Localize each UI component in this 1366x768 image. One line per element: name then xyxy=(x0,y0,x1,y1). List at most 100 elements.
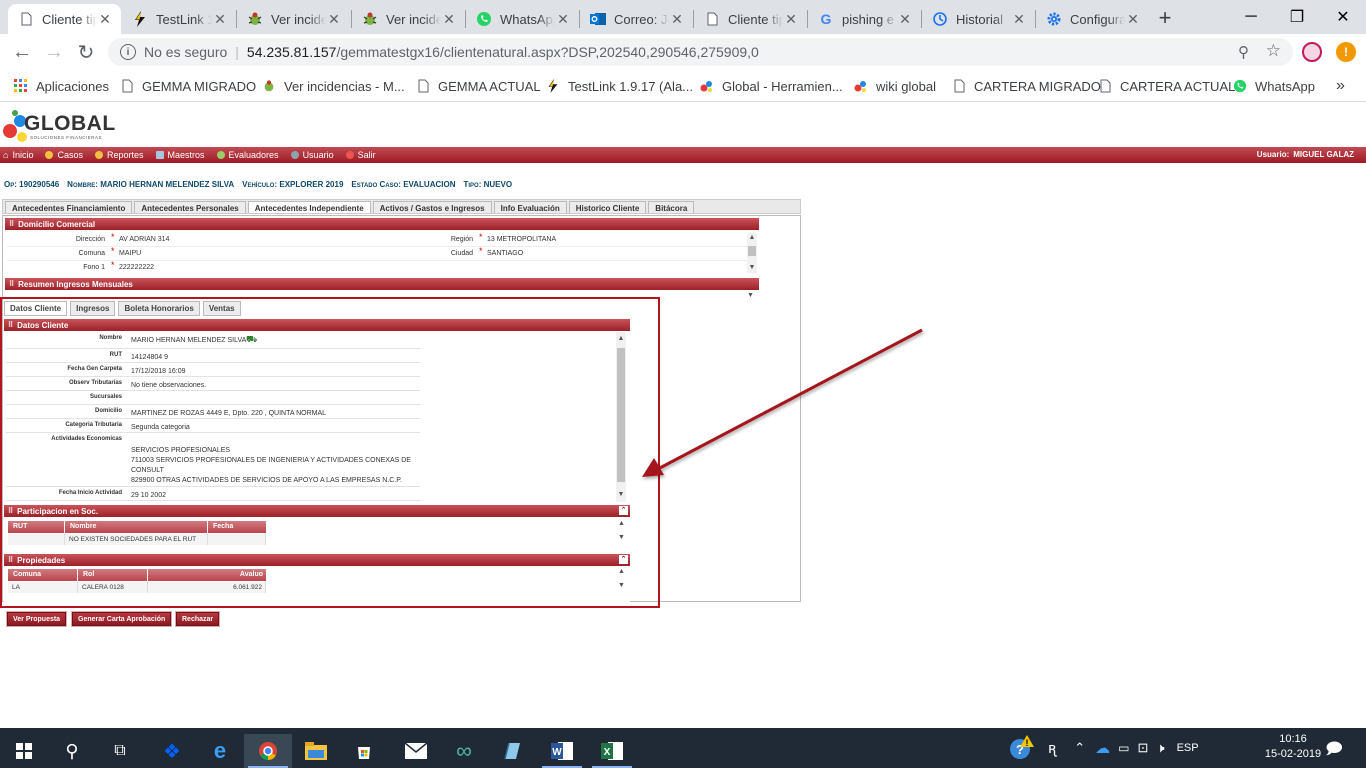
new-tab-icon[interactable]: + xyxy=(1153,5,1177,30)
folder-icon xyxy=(45,151,54,159)
search-icon[interactable]: ⚲ xyxy=(48,734,96,768)
menu-maestros[interactable]: Maestros xyxy=(155,150,205,160)
bookmark-item[interactable]: Global - Herramien... xyxy=(700,76,843,96)
vehicle-label: Vehículo: xyxy=(242,180,278,189)
tab-historico-cliente[interactable]: Historico Cliente xyxy=(568,201,647,213)
check-icon xyxy=(216,151,225,159)
bookmark-label: wiki global xyxy=(876,78,936,94)
scroll-down-icon[interactable]: ▼ xyxy=(747,263,757,273)
browser-tab[interactable]: Configuración ✕ xyxy=(1036,4,1149,34)
close-icon[interactable]: ✕ xyxy=(1125,11,1141,28)
bookmark-item[interactable]: Aplicaciones xyxy=(14,76,109,96)
menu-inicio[interactable]: ⌂ Inicio xyxy=(3,150,33,160)
rechazar-button[interactable]: Rechazar xyxy=(176,612,220,626)
file-explorer-icon[interactable] xyxy=(292,734,340,768)
close-icon[interactable]: ✕ xyxy=(326,11,342,28)
close-icon[interactable]: ✕ xyxy=(897,11,913,28)
close-icon[interactable]: ✕ xyxy=(1011,11,1027,28)
arduino-icon[interactable]: ∞ xyxy=(440,734,488,768)
tab-bitacora[interactable]: Bitácora xyxy=(648,201,695,213)
menu-salir[interactable]: Salir xyxy=(345,150,376,160)
browser-tab[interactable]: Historial ✕ xyxy=(922,4,1035,34)
windows-start-icon[interactable] xyxy=(0,734,48,768)
bookmark-item[interactable]: TestLink 1.9.17 (Ala... xyxy=(546,76,693,96)
generar-carta-button[interactable]: Generar Carta Aprobación xyxy=(72,612,172,626)
reload-icon[interactable]: ↻ xyxy=(74,40,98,64)
bookmark-item[interactable]: CARTERA MIGRADO xyxy=(952,76,1101,96)
domicilio-scrollbar[interactable]: ▲ ▼ xyxy=(747,233,757,273)
back-icon[interactable]: ← xyxy=(10,40,34,64)
bookmark-item[interactable]: CARTERA ACTUAL xyxy=(1098,76,1235,96)
close-icon[interactable]: ✕ xyxy=(669,11,685,28)
dropbox-icon[interactable]: ❖ xyxy=(148,734,196,768)
task-view-icon[interactable]: ⧉ xyxy=(96,734,144,768)
close-icon[interactable]: ✕ xyxy=(97,11,113,28)
browser-tab[interactable]: TestLink 1 ✕ xyxy=(122,4,236,34)
menu-usuario[interactable]: Usuario xyxy=(290,150,334,160)
system-tray: ?! ꭆ ⌃ ☁ ▭ ⊡ 🕨 ESP xyxy=(1008,728,1199,768)
scroll-down-icon[interactable]: ▼ xyxy=(747,292,754,299)
bookmarks-overflow-button[interactable]: » xyxy=(1336,76,1345,96)
menu-casos[interactable]: Casos xyxy=(45,150,83,160)
tab-activos-gastos-ingresos[interactable]: Activos / Gastos e Ingresos xyxy=(372,201,492,213)
menu-reportes[interactable]: Reportes xyxy=(94,150,144,160)
ver-propuesta-button[interactable]: Ver Propuesta xyxy=(7,612,67,626)
people-icon[interactable]: ꭆ xyxy=(1048,738,1056,758)
avatar[interactable] xyxy=(1302,42,1322,62)
update-icon[interactable]: ! xyxy=(1336,42,1356,62)
tab-info-evaluacion[interactable]: Info Evaluación xyxy=(493,201,567,213)
bug-icon xyxy=(247,11,263,27)
excel-icon[interactable]: X xyxy=(588,734,636,768)
browser-tab[interactable]: Ver incidencias ✕ xyxy=(352,4,465,34)
bookmark-item[interactable]: WhatsApp xyxy=(1233,76,1315,96)
menu-evaluadores[interactable]: Evaluadores xyxy=(216,150,279,160)
restore-icon[interactable]: ❐ xyxy=(1274,0,1320,34)
tab-antecedentes-independiente[interactable]: Antecedentes Independiente xyxy=(247,201,371,213)
browser-tab[interactable]: Cliente tipo ✕ xyxy=(694,4,807,34)
network-icon[interactable]: ⊡ xyxy=(1137,740,1148,756)
url-input[interactable]: i No es seguro | 54.235.81.157/gemmatest… xyxy=(108,38,1293,66)
browser-tab[interactable]: Cliente tipo ✕ xyxy=(8,4,121,34)
browser-tab[interactable]: WhatsApp ✕ xyxy=(466,4,579,34)
type-label: Tipo: xyxy=(463,180,482,189)
close-icon[interactable]: ✕ xyxy=(441,11,457,28)
bookmark-label: Ver incidencias - M... xyxy=(284,78,405,94)
close-icon[interactable]: ✕ xyxy=(212,11,228,28)
chrome-icon[interactable] xyxy=(244,734,292,768)
bookmark-item[interactable]: GEMMA ACTUAL xyxy=(416,76,541,96)
mail-icon[interactable] xyxy=(392,734,440,768)
browser-tab[interactable]: G pishing e ✕ xyxy=(808,4,921,34)
bug-icon xyxy=(262,78,276,94)
info-icon[interactable]: i xyxy=(120,44,136,60)
tab-antecedentes-financiamiento[interactable]: Antecedentes Financiamiento xyxy=(5,201,133,213)
language-indicator[interactable]: ESP xyxy=(1177,742,1199,754)
fono-label: Fono 1 xyxy=(83,264,105,271)
browser-tab[interactable]: Ver incidencias ✕ xyxy=(237,4,350,34)
bookmark-item[interactable]: Ver incidencias - M... xyxy=(262,76,405,96)
bookmark-label: TestLink 1.9.17 (Ala... xyxy=(568,78,694,94)
window-close-icon[interactable]: ✕ xyxy=(1320,0,1366,34)
printer-icon[interactable]: ▭ xyxy=(1118,741,1129,755)
forward-icon[interactable]: → xyxy=(42,40,66,64)
chevron-up-icon[interactable]: ⌃ xyxy=(1074,740,1085,756)
store-icon[interactable] xyxy=(340,734,388,768)
bookmark-star-icon[interactable]: ☆ xyxy=(1266,41,1281,61)
notifications-icon[interactable]: 🗩 xyxy=(1310,734,1358,768)
close-icon[interactable]: ✕ xyxy=(783,11,799,28)
edge-icon[interactable]: e xyxy=(196,734,244,768)
zoom-icon[interactable]: ⚲ xyxy=(1238,43,1249,61)
browser-tab[interactable]: Correo: Jo ✕ xyxy=(580,4,693,34)
onedrive-icon[interactable]: ☁ xyxy=(1095,739,1110,757)
word-icon[interactable]: W xyxy=(538,734,586,768)
scroll-up-icon[interactable]: ▲ xyxy=(747,233,757,243)
bookmark-item[interactable]: GEMMA MIGRADO xyxy=(120,76,256,96)
tab-antecedentes-personales[interactable]: Antecedentes Personales xyxy=(134,201,246,213)
notepad-icon[interactable] xyxy=(488,734,536,768)
close-icon[interactable]: ✕ xyxy=(555,11,571,28)
app-menu-bar: ⌂ Inicio Casos Reportes Maestros Evaluado… xyxy=(0,147,1366,163)
bookmark-item[interactable]: wiki global xyxy=(854,76,936,96)
security-warning-icon[interactable]: ?! xyxy=(1008,735,1034,761)
volume-muted-icon[interactable]: 🕨 xyxy=(1156,740,1164,756)
comuna-value: MAIPU xyxy=(119,250,142,257)
minimize-icon[interactable]: ─ xyxy=(1228,0,1274,34)
